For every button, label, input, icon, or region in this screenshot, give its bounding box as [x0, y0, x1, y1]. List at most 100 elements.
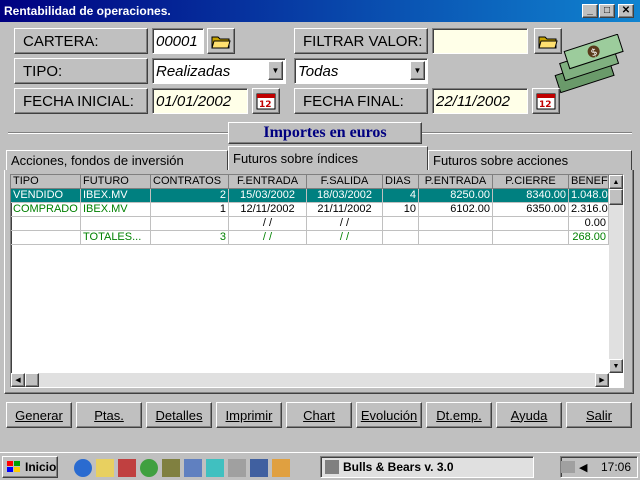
folder-icon: [211, 36, 231, 49]
evolucion-button[interactable]: Evolución: [356, 402, 422, 428]
fecha-final-field[interactable]: 22/11/2002: [432, 88, 528, 114]
col-header[interactable]: F.ENTRADA: [229, 175, 307, 189]
col-header[interactable]: F.SALIDA: [307, 175, 383, 189]
cell: [11, 217, 81, 231]
cartera-label: CARTERA:: [14, 28, 148, 54]
app-icon[interactable]: [118, 459, 136, 477]
col-header[interactable]: DIAS: [383, 175, 419, 189]
internet-explorer-icon[interactable]: [74, 459, 92, 477]
scroll-right-icon[interactable]: ▶: [595, 373, 609, 387]
chevron-down-icon[interactable]: ▼: [410, 61, 425, 80]
fecha-final-label: FECHA FINAL:: [294, 88, 428, 114]
cell: 2: [151, 189, 229, 203]
minimize-button[interactable]: _: [582, 4, 598, 18]
scroll-thumb[interactable]: [609, 189, 623, 205]
system-tray: ◀ 17:06: [560, 456, 638, 478]
generar-button[interactable]: Generar: [6, 402, 72, 428]
maximize-button[interactable]: □: [599, 4, 615, 18]
ayuda-button[interactable]: Ayuda: [496, 402, 562, 428]
app-icon[interactable]: [272, 459, 290, 477]
app-window-icon: [325, 460, 339, 474]
cell: 8250.00: [419, 189, 493, 203]
col-header[interactable]: CONTRATOS: [151, 175, 229, 189]
cell: VENDIDO: [11, 189, 81, 203]
scroll-down-icon[interactable]: ▼: [609, 359, 623, 373]
quick-launch: [74, 459, 304, 477]
operations-grid[interactable]: TIPO FUTURO CONTRATOS F.ENTRADA F.SALIDA…: [10, 174, 624, 388]
col-header[interactable]: P.ENTRADA: [419, 175, 493, 189]
fecha-inicial-label: FECHA INICIAL:: [14, 88, 148, 114]
cartera-field[interactable]: 00001: [152, 28, 204, 54]
ptas-button[interactable]: Ptas.: [76, 402, 142, 428]
table-row[interactable]: COMPRADO IBEX.MV 1 12/11/2002 21/11/2002…: [11, 203, 609, 217]
task-button-bulls-bears[interactable]: Bulls & Bears v. 3.0: [320, 456, 534, 478]
table-row[interactable]: TOTALES... 3 / / / / 268.00: [11, 231, 609, 245]
horizontal-scrollbar[interactable]: ◀ ▶: [11, 373, 609, 387]
app-icon[interactable]: [162, 459, 180, 477]
tab-futuros-indices[interactable]: Futuros sobre índices: [228, 146, 428, 170]
dt-emp-button[interactable]: Dt.emp.: [426, 402, 492, 428]
detalles-button[interactable]: Detalles: [146, 402, 212, 428]
cell: 2.316.00: [569, 203, 609, 217]
tipo-select[interactable]: Realizadas ▼: [152, 58, 286, 84]
table-row[interactable]: VENDIDO IBEX.MV 2 15/03/2002 18/03/2002 …: [11, 189, 609, 203]
cell: IBEX.MV: [81, 189, 151, 203]
cell: TOTALES...: [81, 231, 151, 245]
col-header[interactable]: P.CIERRE: [493, 175, 569, 189]
cell: / /: [307, 217, 383, 231]
desktop-icon[interactable]: [184, 459, 202, 477]
tab-futuros-acciones[interactable]: Futuros sobre acciones: [428, 150, 632, 170]
taskbar: Inicio Bulls & Bears v. 3.0 ◀ 17:06: [0, 452, 640, 480]
scroll-up-icon[interactable]: ▲: [609, 175, 623, 189]
fecha-inicial-field[interactable]: 01/01/2002: [152, 88, 248, 114]
scroll-thumb-h[interactable]: [25, 373, 39, 387]
cell: 0.00: [569, 217, 609, 231]
cell: [493, 217, 569, 231]
cell: [11, 231, 81, 245]
open-folder-button[interactable]: [207, 28, 235, 54]
cell: [493, 231, 569, 245]
tipo2-select-value: Todas: [298, 62, 339, 80]
imprimir-button[interactable]: Imprimir: [216, 402, 282, 428]
app-icon[interactable]: [228, 459, 246, 477]
outlook-icon[interactable]: [96, 459, 114, 477]
money-logo-icon: $: [554, 34, 624, 94]
tipo2-select[interactable]: Todas ▼: [294, 58, 428, 84]
cell: / /: [307, 231, 383, 245]
cell: 18/03/2002: [307, 189, 383, 203]
task-label: Bulls & Bears v. 3.0: [343, 460, 454, 474]
title-bar: Rentabilidad de operaciones. _ □ ✕: [0, 0, 640, 22]
filtrar-valor-field[interactable]: [432, 28, 528, 54]
cell: 268.00: [569, 231, 609, 245]
cell: 8340.00: [493, 189, 569, 203]
tab-acciones[interactable]: Acciones, fondos de inversión: [6, 150, 228, 170]
chart-button[interactable]: Chart: [286, 402, 352, 428]
col-header[interactable]: TIPO: [11, 175, 81, 189]
window-title: Rentabilidad de operaciones.: [4, 4, 171, 18]
calendar-button[interactable]: 12: [252, 88, 280, 114]
calendar-button-2[interactable]: 12: [532, 88, 560, 114]
close-button[interactable]: ✕: [618, 4, 634, 18]
calendar-icon: 12: [256, 93, 276, 110]
app-icon[interactable]: [250, 459, 268, 477]
app-icon[interactable]: [206, 459, 224, 477]
network-icon[interactable]: [561, 461, 575, 473]
scroll-left-icon[interactable]: ◀: [11, 373, 25, 387]
speaker-icon[interactable]: ◀: [579, 461, 591, 474]
salir-button[interactable]: Salir: [566, 402, 632, 428]
calendar-icon: 12: [536, 93, 556, 110]
cell: [151, 217, 229, 231]
col-header[interactable]: FUTURO: [81, 175, 151, 189]
table-row[interactable]: / / / / 0.00: [11, 217, 609, 231]
cell: [419, 217, 493, 231]
chevron-down-icon[interactable]: ▼: [268, 61, 283, 80]
globe-icon[interactable]: [140, 459, 158, 477]
cell: 15/03/2002: [229, 189, 307, 203]
start-button[interactable]: Inicio: [2, 456, 58, 478]
cell: [383, 217, 419, 231]
cell: IBEX.MV: [81, 203, 151, 217]
importes-title: Importes en euros: [228, 122, 422, 144]
cell: [419, 231, 493, 245]
vertical-scrollbar[interactable]: ▲ ▼: [609, 175, 623, 373]
col-header[interactable]: BENEFICIO: [569, 175, 609, 189]
